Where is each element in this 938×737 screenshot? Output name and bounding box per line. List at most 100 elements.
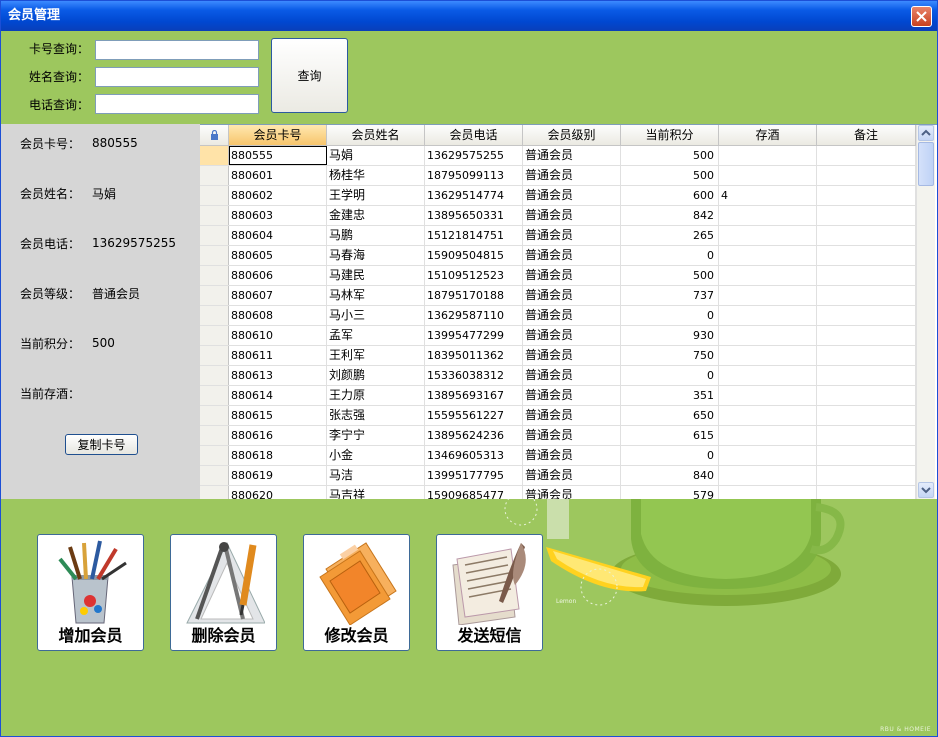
- cell-remark[interactable]: [817, 166, 916, 185]
- cell-wine[interactable]: [719, 266, 817, 285]
- cell-card[interactable]: 880605: [229, 246, 327, 265]
- cell-card[interactable]: 880620: [229, 486, 327, 499]
- col-header-remark[interactable]: 备注: [817, 125, 916, 145]
- cell-name[interactable]: 张志强: [327, 406, 425, 425]
- cell-remark[interactable]: [817, 246, 916, 265]
- cell-level[interactable]: 普通会员: [523, 286, 621, 305]
- cell-remark[interactable]: [817, 266, 916, 285]
- table-row[interactable]: 880608 马小三 13629587110 普通会员 0: [200, 306, 916, 326]
- cell-level[interactable]: 普通会员: [523, 386, 621, 405]
- cell-phone[interactable]: 13469605313: [425, 446, 523, 465]
- cell-remark[interactable]: [817, 286, 916, 305]
- cell-points[interactable]: 0: [621, 246, 719, 265]
- col-header-wine[interactable]: 存酒: [719, 125, 817, 145]
- row-header[interactable]: [200, 366, 229, 385]
- cell-points[interactable]: 750: [621, 346, 719, 365]
- cell-card[interactable]: 880614: [229, 386, 327, 405]
- cell-phone[interactable]: 15909504815: [425, 246, 523, 265]
- cell-wine[interactable]: [719, 306, 817, 325]
- cell-points[interactable]: 930: [621, 326, 719, 345]
- cell-wine[interactable]: [719, 426, 817, 445]
- cell-phone[interactable]: 13895624236: [425, 426, 523, 445]
- cell-phone[interactable]: 13995477299: [425, 326, 523, 345]
- cell-card[interactable]: 880603: [229, 206, 327, 225]
- table-row[interactable]: 880620 马吉祥 15909685477 普通会员 579: [200, 486, 916, 499]
- cell-points[interactable]: 265: [621, 226, 719, 245]
- cell-phone[interactable]: 18795170188: [425, 286, 523, 305]
- cell-card[interactable]: 880555: [229, 146, 327, 165]
- table-row[interactable]: 880603 金建忠 13895650331 普通会员 842: [200, 206, 916, 226]
- cell-remark[interactable]: [817, 386, 916, 405]
- cell-level[interactable]: 普通会员: [523, 326, 621, 345]
- cell-points[interactable]: 500: [621, 266, 719, 285]
- table-row[interactable]: 880615 张志强 15595561227 普通会员 650: [200, 406, 916, 426]
- cell-wine[interactable]: [719, 326, 817, 345]
- table-row[interactable]: 880613 刘颜鹏 15336038312 普通会员 0: [200, 366, 916, 386]
- cell-name[interactable]: 孟军: [327, 326, 425, 345]
- table-row[interactable]: 880604 马鹏 15121814751 普通会员 265: [200, 226, 916, 246]
- row-header[interactable]: [200, 326, 229, 345]
- cell-name[interactable]: 王力原: [327, 386, 425, 405]
- col-header-name[interactable]: 会员姓名: [327, 125, 425, 145]
- row-header[interactable]: [200, 186, 229, 205]
- cell-points[interactable]: 842: [621, 206, 719, 225]
- cell-name[interactable]: 马建民: [327, 266, 425, 285]
- table-row[interactable]: 880607 马林军 18795170188 普通会员 737: [200, 286, 916, 306]
- table-row[interactable]: 880601 杨桂华 18795099113 普通会员 500: [200, 166, 916, 186]
- add-member-button[interactable]: 增加会员: [37, 534, 144, 651]
- row-header[interactable]: [200, 386, 229, 405]
- row-header[interactable]: [200, 406, 229, 425]
- cell-name[interactable]: 刘颜鹏: [327, 366, 425, 385]
- phone-search-input[interactable]: [95, 94, 259, 114]
- cell-points[interactable]: 579: [621, 486, 719, 499]
- cell-wine[interactable]: [719, 386, 817, 405]
- scroll-up-button[interactable]: [918, 125, 934, 141]
- cell-name[interactable]: 小金: [327, 446, 425, 465]
- cell-wine[interactable]: [719, 206, 817, 225]
- col-header-points[interactable]: 当前积分: [621, 125, 719, 145]
- cell-remark[interactable]: [817, 186, 916, 205]
- cell-card[interactable]: 880610: [229, 326, 327, 345]
- name-search-input[interactable]: [95, 67, 259, 87]
- cell-phone[interactable]: 18395011362: [425, 346, 523, 365]
- cell-remark[interactable]: [817, 206, 916, 225]
- cell-wine[interactable]: 4: [719, 186, 817, 205]
- cell-remark[interactable]: [817, 486, 916, 499]
- cell-remark[interactable]: [817, 366, 916, 385]
- cell-card[interactable]: 880602: [229, 186, 327, 205]
- cell-remark[interactable]: [817, 346, 916, 365]
- cell-phone[interactable]: 13895693167: [425, 386, 523, 405]
- cell-phone[interactable]: 15336038312: [425, 366, 523, 385]
- send-sms-button[interactable]: 发送短信: [436, 534, 543, 651]
- row-header[interactable]: [200, 246, 229, 265]
- cell-level[interactable]: 普通会员: [523, 446, 621, 465]
- cell-level[interactable]: 普通会员: [523, 266, 621, 285]
- cell-wine[interactable]: [719, 166, 817, 185]
- delete-member-button[interactable]: 删除会员: [170, 534, 277, 651]
- row-header[interactable]: [200, 166, 229, 185]
- cell-points[interactable]: 615: [621, 426, 719, 445]
- cell-phone[interactable]: 15121814751: [425, 226, 523, 245]
- cell-card[interactable]: 880607: [229, 286, 327, 305]
- cell-card[interactable]: 880618: [229, 446, 327, 465]
- cell-points[interactable]: 0: [621, 366, 719, 385]
- cell-remark[interactable]: [817, 146, 916, 165]
- cell-wine[interactable]: [719, 466, 817, 485]
- copy-card-button[interactable]: 复制卡号: [65, 434, 138, 455]
- cell-name[interactable]: 李宁宁: [327, 426, 425, 445]
- cell-points[interactable]: 737: [621, 286, 719, 305]
- row-header[interactable]: [200, 446, 229, 465]
- cell-wine[interactable]: [719, 286, 817, 305]
- cell-card[interactable]: 880608: [229, 306, 327, 325]
- cell-level[interactable]: 普通会员: [523, 166, 621, 185]
- row-header[interactable]: [200, 206, 229, 225]
- cell-remark[interactable]: [817, 306, 916, 325]
- cell-level[interactable]: 普通会员: [523, 306, 621, 325]
- cell-points[interactable]: 500: [621, 166, 719, 185]
- cell-level[interactable]: 普通会员: [523, 406, 621, 425]
- table-row[interactable]: 880610 孟军 13995477299 普通会员 930: [200, 326, 916, 346]
- cell-level[interactable]: 普通会员: [523, 146, 621, 165]
- cell-level[interactable]: 普通会员: [523, 226, 621, 245]
- row-header[interactable]: [200, 306, 229, 325]
- vertical-scrollbar[interactable]: [916, 125, 935, 499]
